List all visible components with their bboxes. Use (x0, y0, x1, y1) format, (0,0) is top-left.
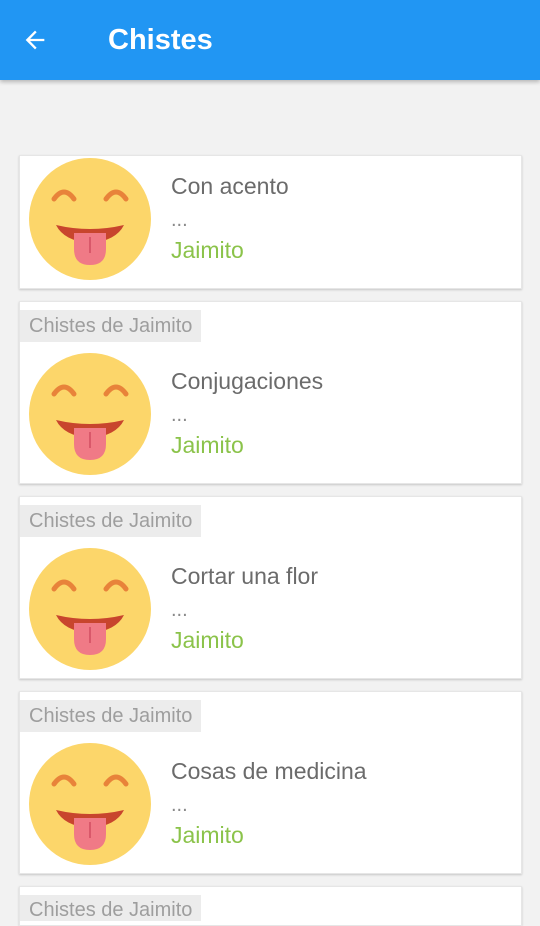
joke-card[interactable]: Chistes de Jaimito (19, 886, 522, 926)
app-bar: Chistes (0, 0, 540, 80)
joke-author: Jaimito (171, 822, 244, 848)
joke-card[interactable]: Chistes de Jaimito Conjugaciones ... Jai… (19, 301, 522, 484)
category-label: Chistes de Jaimito (20, 505, 202, 537)
back-button[interactable] (14, 20, 56, 60)
joke-author: Jaimito (171, 432, 244, 458)
tongue-out-emoji-icon (29, 743, 151, 865)
tongue-out-emoji-icon (29, 353, 151, 475)
category-label: Chistes de Jaimito (20, 700, 202, 732)
joke-title: Cortar una flor (171, 563, 319, 589)
joke-title: Con acento (171, 173, 289, 199)
tongue-out-emoji-icon (29, 158, 151, 280)
joke-card[interactable]: Chistes de Jaimito Cosas de medicina ...… (19, 691, 522, 874)
arrow-back-icon (25, 30, 45, 50)
joke-card[interactable]: Con acento ... Jaimito (19, 155, 522, 289)
page-title: Chistes (108, 24, 213, 56)
tongue-out-emoji-icon (29, 548, 151, 670)
joke-title: Conjugaciones (171, 368, 324, 394)
joke-title: Cosas de medicina (171, 758, 367, 784)
joke-author: Jaimito (171, 237, 244, 263)
joke-snippet: ... (171, 794, 188, 816)
category-label: Chistes de Jaimito (20, 310, 202, 342)
joke-list[interactable]: Con acento ... Jaimito Chistes de Jaimit… (19, 155, 522, 926)
joke-snippet: ... (171, 209, 188, 231)
joke-card[interactable]: Chistes de Jaimito Cortar una flor ... J… (19, 496, 522, 679)
joke-snippet: ... (171, 599, 188, 621)
joke-snippet: ... (171, 404, 188, 426)
joke-author: Jaimito (171, 627, 244, 653)
category-label: Chistes de Jaimito (20, 895, 202, 921)
